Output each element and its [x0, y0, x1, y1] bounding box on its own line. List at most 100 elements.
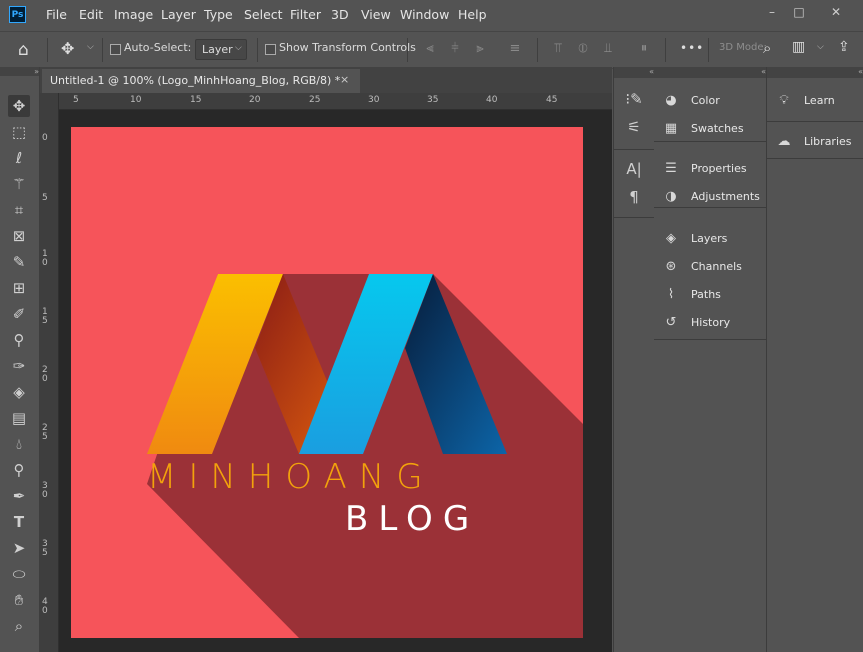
paths-icon: ⌇ [667, 287, 675, 302]
ruler-tick: 30 [368, 95, 380, 105]
ruler-tick: 20 [249, 95, 261, 105]
align-bottom-icon[interactable]: ⫫ [601, 42, 615, 56]
align-top-icon[interactable]: ⫪ [551, 42, 565, 56]
show-transform-label: Show Transform Controls [279, 41, 416, 54]
align-vcenter-icon[interactable]: ⦶ [576, 42, 590, 56]
ruler-tick: 1 0 [42, 249, 48, 268]
divider [102, 38, 103, 62]
options-bar: ⌂ ✥ ⌵ Auto-Select: Layer ⌵ Show Transfor… [0, 31, 863, 69]
dodge-tool-icon[interactable]: ⚲ [8, 459, 30, 481]
ruler-tick: 0 [42, 133, 48, 143]
menu-edit[interactable]: Edit [79, 7, 103, 22]
panel-label: Paths [691, 288, 721, 301]
align-left-icon[interactable]: ⫷ [423, 42, 437, 56]
brush-tool-icon[interactable]: ✐ [8, 303, 30, 325]
home-icon[interactable]: ⌂ [18, 40, 29, 60]
photoshop-logo: Ps [9, 6, 26, 23]
logo-text-minhoang: MINHOANG [147, 457, 435, 497]
dock-collapse[interactable]: « [654, 67, 766, 78]
close-tab-button[interactable]: × [340, 73, 349, 86]
menu-help[interactable]: Help [458, 7, 487, 22]
ellipse-tool-icon[interactable]: ⬭ [8, 563, 30, 585]
menu-bar: Ps File Edit Image Layer Type Select Fil… [0, 0, 863, 30]
distribute-vertical-icon[interactable]: ⏸ [637, 42, 651, 56]
chevron-down-icon[interactable]: ⌵ [817, 42, 824, 52]
libraries-icon: ☁ [777, 134, 791, 149]
panel-label: Layers [691, 232, 728, 245]
maximize-button[interactable]: □ [789, 3, 809, 21]
close-window-button[interactable]: ✕ [826, 3, 846, 21]
menu-window[interactable]: Window [400, 7, 449, 22]
distribute-icon[interactable]: ≡ [508, 42, 522, 56]
document-canvas[interactable]: MINHOANG BLOG [71, 127, 583, 638]
dock-collapse[interactable]: « [614, 67, 654, 78]
panel-label: Color [691, 94, 720, 107]
ruler-tick: 10 [130, 95, 142, 105]
horizontal-ruler: 5 10 15 20 25 30 35 40 45 [59, 93, 612, 110]
layer-dropdown-value: Layer [202, 43, 233, 56]
crop-tool-icon[interactable]: ⌗ [8, 199, 30, 221]
divider [537, 38, 538, 62]
type-tool-icon[interactable]: T [8, 511, 30, 533]
brush-presets-icon[interactable]: ⚟ [624, 117, 644, 137]
menu-3d[interactable]: 3D [331, 7, 349, 22]
lasso-tool-icon[interactable]: ℓ [8, 147, 30, 169]
panel-channels[interactable]: ⊛ Channels [662, 257, 762, 277]
divider [665, 38, 666, 62]
panel-adjustments[interactable]: ◑ Adjustments [662, 187, 762, 207]
chevron-down-icon[interactable]: ⌵ [87, 42, 94, 52]
character-icon[interactable]: A| [624, 159, 644, 179]
menu-filter[interactable]: Filter [290, 7, 321, 22]
menu-select[interactable]: Select [244, 7, 283, 22]
move-tool-icon[interactable]: ✥ [61, 39, 74, 58]
search-icon[interactable]: ⌕ [763, 39, 771, 57]
eyedropper-tool-icon[interactable]: ✎ [8, 251, 30, 273]
move-tool-icon[interactable]: ✥ [8, 95, 30, 117]
menu-view[interactable]: View [361, 7, 391, 22]
workspace-icon[interactable]: ▥ [792, 39, 805, 55]
share-icon[interactable]: ⇪ [838, 39, 850, 55]
panel-label: Adjustments [691, 190, 760, 203]
adjustments-icon: ◑ [665, 189, 677, 204]
auto-select-checkbox[interactable] [110, 44, 121, 55]
clone-stamp-tool-icon[interactable]: ⚲ [8, 329, 30, 351]
show-transform-checkbox[interactable] [265, 44, 276, 55]
menu-layer[interactable]: Layer [161, 7, 196, 22]
panel-color[interactable]: ◕ Color [662, 91, 762, 111]
magic-wand-tool-icon[interactable]: ⚚ [8, 173, 30, 195]
layer-dropdown[interactable]: Layer ⌵ [195, 39, 247, 60]
pen-tool-icon[interactable]: ✒ [8, 485, 30, 507]
hand-tool-icon[interactable]: ✋︎ [8, 589, 30, 611]
panel-libraries[interactable]: ☁ Libraries [775, 132, 863, 152]
panel-learn[interactable]: 💡︎ Learn [775, 91, 863, 111]
align-right-icon[interactable]: ⫸ [473, 42, 487, 56]
panel-swatches[interactable]: ▦ Swatches [662, 119, 762, 139]
toolbar-collapse[interactable]: » [0, 67, 39, 76]
more-options-button[interactable]: ••• [680, 41, 704, 55]
3d-mode-label: 3D Mode: [719, 42, 767, 53]
zoom-tool-icon[interactable]: ⌕ [8, 615, 30, 637]
panel-paths[interactable]: ⌇ Paths [662, 285, 762, 305]
dock-collapse[interactable]: « [767, 67, 863, 78]
divider [614, 217, 654, 218]
ruler-tick: 4 0 [42, 597, 48, 616]
menu-image[interactable]: Image [114, 7, 153, 22]
healing-brush-tool-icon[interactable]: ⊞ [8, 277, 30, 299]
history-brush-tool-icon[interactable]: ✑ [8, 355, 30, 377]
menu-file[interactable]: File [46, 7, 67, 22]
panel-history[interactable]: ↺ History [662, 313, 762, 333]
eraser-tool-icon[interactable]: ◈ [8, 381, 30, 403]
align-hcenter-icon[interactable]: ⫩ [448, 42, 462, 56]
path-selection-tool-icon[interactable]: ➤ [8, 537, 30, 559]
gradient-tool-icon[interactable]: ▤ [8, 407, 30, 429]
frame-tool-icon[interactable]: ⊠ [8, 225, 30, 247]
minimize-button[interactable]: – [762, 3, 782, 21]
paragraph-icon[interactable]: ¶ [624, 187, 644, 207]
document-tab[interactable]: Untitled-1 @ 100% (Logo_MinhHoang_Blog, … [42, 69, 360, 93]
menu-type[interactable]: Type [204, 7, 233, 22]
panel-properties[interactable]: ☰ Properties [662, 159, 762, 179]
marquee-tool-icon[interactable]: ⬚ [8, 121, 30, 143]
brush-settings-icon[interactable]: ⁝✎ [624, 89, 644, 109]
blur-tool-icon[interactable]: 💧︎ [8, 433, 30, 455]
panel-layers[interactable]: ◈ Layers [662, 229, 762, 249]
